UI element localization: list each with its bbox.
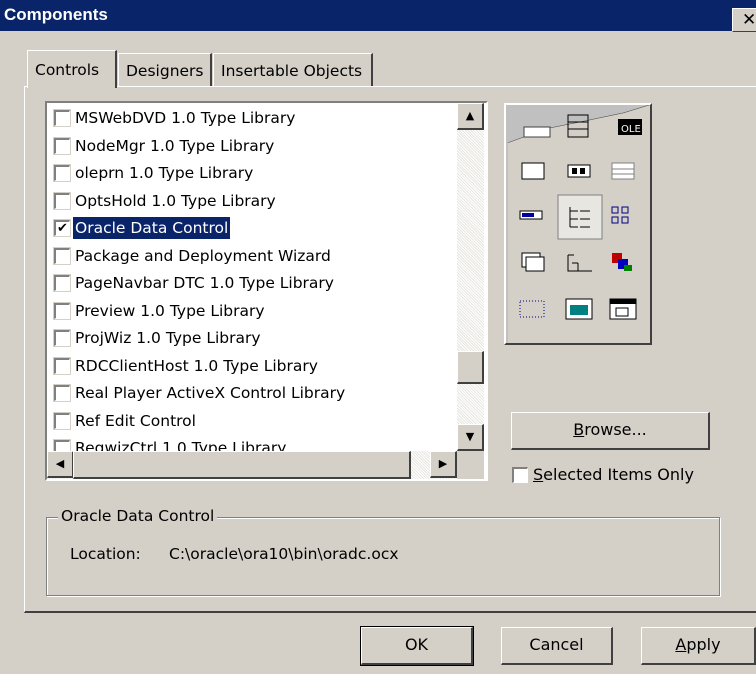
list-item-label: Real Player ActiveX Control Library (75, 384, 346, 402)
list-item-label: Ref Edit Control (75, 411, 196, 430)
list-item-label: Package and Deployment Wizard (75, 246, 331, 265)
scroll-corner (457, 451, 484, 479)
cancel-button[interactable]: Cancel (501, 627, 613, 665)
list-item-label: OptsHold 1.0 Type Library (75, 191, 276, 210)
list-item-checkbox[interactable] (53, 191, 71, 210)
close-icon: ✕ (742, 10, 756, 30)
list-item-checkbox[interactable] (53, 164, 71, 182)
tab-controls[interactable]: Controls (27, 50, 117, 88)
list-item-label: oleprn 1.0 Type Library (75, 164, 254, 182)
close-button[interactable]: ✕ (732, 8, 756, 32)
scroll-edge-icon (523, 126, 551, 138)
list-item[interactable]: RDCClientHost 1.0 Type Library (51, 353, 458, 380)
list-item-checkbox[interactable] (53, 274, 71, 292)
list-item[interactable]: Ref Edit Control (51, 408, 458, 435)
tab-insertable-objects[interactable]: Insertable Objects (213, 53, 373, 86)
arrow-left-icon: ◀ (55, 457, 65, 470)
list-item[interactable]: Package and Deployment Wizard (51, 243, 458, 270)
vertical-scroll-track[interactable] (457, 103, 484, 451)
list-item[interactable]: MSWebDVD 1.0 Type Library (51, 105, 458, 132)
list-item-checkbox[interactable] (53, 246, 71, 265)
location-value: C:\oracle\ora10\bin\oradc.ocx (169, 545, 399, 563)
toolbox-preview-art: OLE (507, 105, 650, 343)
list-item-checkbox[interactable] (53, 384, 71, 402)
list-item[interactable]: ✔ Oracle Data Control (51, 215, 458, 242)
browse-label: rowse... (584, 420, 647, 439)
scroll-right-button[interactable]: ▶ (430, 451, 457, 478)
list-item-label: MSWebDVD 1.0 Type Library (75, 109, 296, 127)
apply-accel: A (675, 635, 687, 654)
controls-listbox[interactable]: MSWebDVD 1.0 Type Library NodeMgr 1.0 Typ… (45, 101, 488, 481)
list-item-checkbox[interactable] (53, 109, 71, 127)
calendar-icon (609, 298, 637, 320)
textbox-icon (521, 162, 545, 180)
list-item-checkbox[interactable]: ✔ (53, 219, 71, 237)
ole-icon: OLE (618, 119, 642, 135)
list-item-label: ProjWiz 1.0 Type Library (75, 329, 261, 347)
grid-icon (611, 162, 635, 180)
arrow-right-icon: ▶ (438, 457, 448, 470)
list-item[interactable]: Preview 1.0 Type Library (51, 298, 458, 325)
list-item[interactable]: PageNavbar DTC 1.0 Type Library (51, 270, 458, 297)
groupbox-title: Oracle Data Control (58, 507, 218, 525)
location-label: Location: (70, 545, 141, 563)
tabstrip-icon (567, 164, 591, 178)
list-item[interactable]: ProjWiz 1.0 Type Library (51, 325, 458, 352)
list-item-checkbox[interactable] (53, 329, 71, 347)
list-item[interactable]: oleprn 1.0 Type Library (51, 160, 458, 187)
selected-only-text: elected Items Only (543, 465, 694, 484)
vertical-scroll-thumb[interactable] (457, 351, 484, 384)
selected-items-only-label[interactable]: Selected Items Only (533, 465, 694, 484)
window-title: Components (4, 5, 108, 24)
selected-items-only-checkbox[interactable] (512, 467, 528, 483)
list-item[interactable]: NodeMgr 1.0 Type Library (51, 133, 458, 160)
list-item-checkbox[interactable] (53, 356, 71, 375)
list-item-label: RDCClientHost 1.0 Type Library (75, 356, 318, 375)
list-item-checkbox[interactable] (53, 301, 71, 320)
arrow-down-icon: ▼ (465, 430, 475, 443)
progressbar-icon (519, 210, 543, 220)
browse-button[interactable]: Browse... (511, 412, 710, 450)
horizontal-scroll-thumb[interactable] (73, 451, 411, 479)
list-item-checkbox[interactable] (53, 136, 71, 155)
title-bar: Components (0, 0, 756, 31)
scroll-up-button[interactable]: ▲ (457, 103, 484, 130)
picture-icon (565, 298, 593, 320)
svg-text:OLE: OLE (621, 124, 641, 135)
list-item-checkbox[interactable] (53, 411, 71, 430)
list-item-label: Preview 1.0 Type Library (75, 301, 265, 320)
list-item-label: Oracle Data Control (73, 217, 231, 239)
apply-button[interactable]: Apply (641, 627, 756, 665)
tab-designers[interactable]: Designers (118, 53, 212, 86)
browse-accel: B (573, 420, 585, 439)
list-item[interactable]: OptsHold 1.0 Type Library (51, 188, 458, 215)
scroll-left-button[interactable]: ◀ (47, 451, 74, 478)
arrow-up-icon: ▲ (465, 109, 475, 122)
selected-only-accel: S (533, 465, 544, 484)
list-item[interactable]: Real Player ActiveX Control Library (51, 380, 458, 407)
ok-button[interactable]: OK (360, 626, 474, 666)
scroll-down-button[interactable]: ▼ (457, 424, 484, 451)
list-item-label: NodeMgr 1.0 Type Library (75, 136, 275, 155)
apply-label: pply (686, 635, 721, 654)
list-item-label: PageNavbar DTC 1.0 Type Library (75, 274, 334, 292)
toolbox-preview: OLE (504, 103, 652, 345)
